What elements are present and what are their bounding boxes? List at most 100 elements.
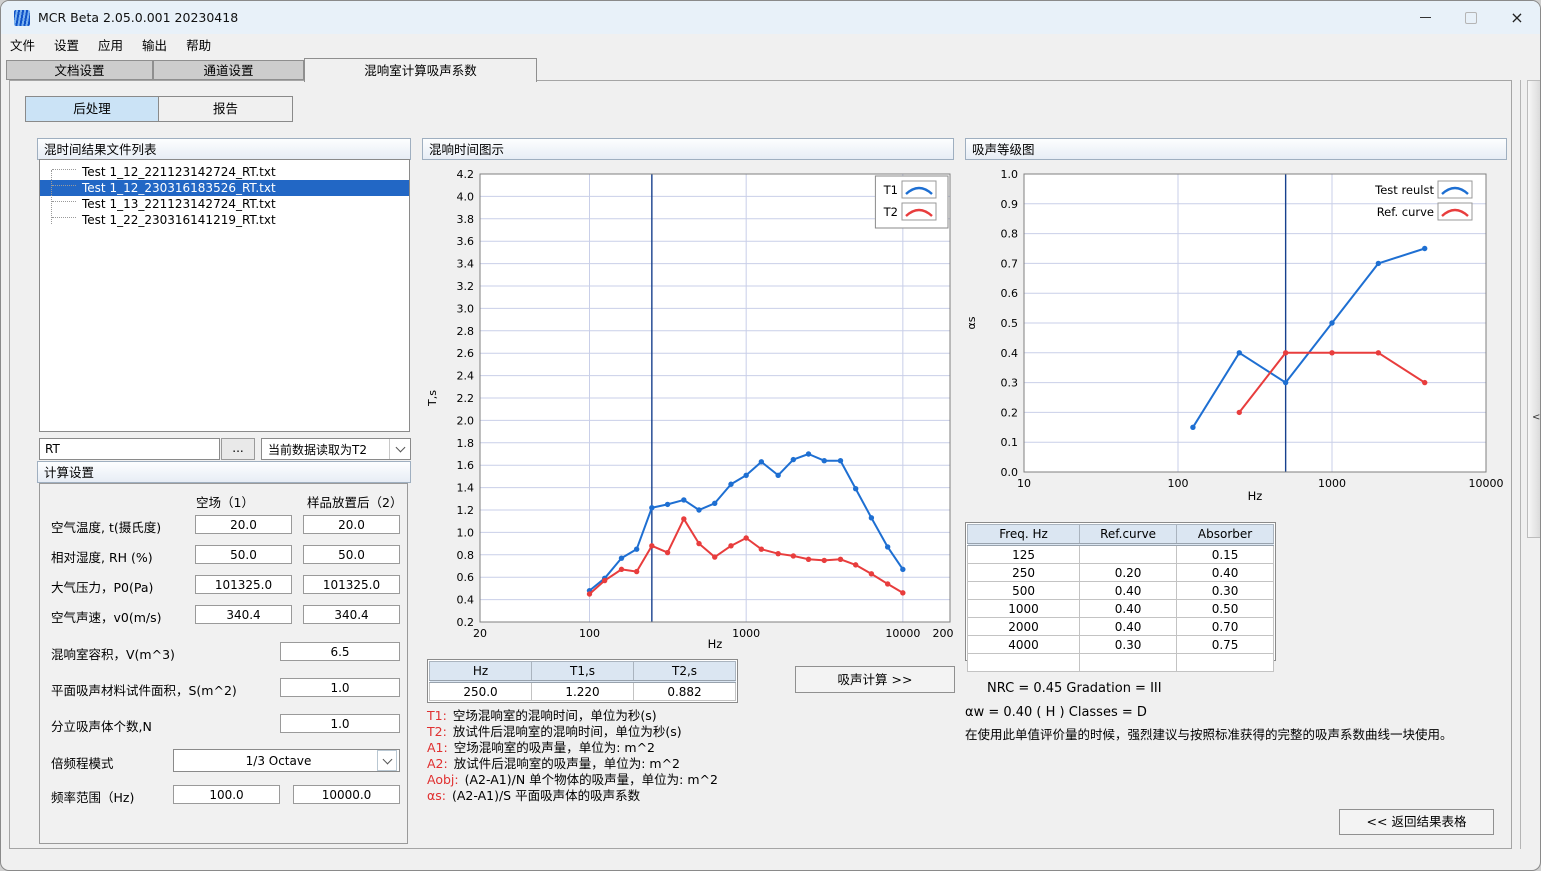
aw-result-text: αw = 0.40 ( H ) Classes = D [965, 705, 1147, 720]
label-octave-mode: 倍频程模式 [51, 753, 114, 772]
rating-chart-header: 吸声等级图 [965, 138, 1507, 160]
label-pressure: 大气压力，P0(Pa) [51, 577, 153, 596]
list-item[interactable]: Test 1_13_221123142724_RT.txt [40, 196, 409, 212]
table-cell: 500 [968, 582, 1080, 600]
subtab-postprocess[interactable]: 后处理 [26, 97, 159, 121]
data-point [791, 457, 796, 462]
return-results-button[interactable]: << 返回结果表格 [1339, 809, 1494, 835]
data-point [869, 571, 874, 576]
label-humidity: 相对湿度, RH (%) [51, 547, 153, 566]
rt-chart[interactable]: 0.20.40.60.81.01.21.41.61.82.02.22.42.62… [422, 160, 954, 650]
advisory-text: 在使用此单值评价量的时候，强烈建议与按照标准获得的完整的吸声系数曲线一块使用。 [965, 724, 1453, 743]
column-header: Freq. Hz [968, 525, 1080, 545]
legend-swatch [1438, 181, 1472, 198]
data-source-value: 当前数据读取为T2 [262, 441, 389, 458]
tree-guide-line [51, 170, 52, 224]
svg-text:10000: 10000 [1469, 477, 1504, 490]
data-point [869, 515, 874, 520]
rt-result-table-wrap: HzT1,sT2,s250.01.2200.882 [427, 659, 738, 703]
data-point [696, 507, 701, 512]
pressure-1-input[interactable] [195, 575, 292, 594]
data-point [1329, 350, 1334, 355]
data-point [1376, 350, 1381, 355]
svg-text:1.6: 1.6 [457, 459, 475, 472]
menu-file[interactable]: 文件 [1, 33, 44, 56]
sample-area-input[interactable] [280, 678, 400, 697]
legend-label: Test reulst [1374, 183, 1434, 197]
table-cell: 1.220 [532, 682, 634, 701]
close-button[interactable]: × [1494, 1, 1540, 34]
table-cell: 0.50 [1177, 600, 1274, 618]
collapse-splitter[interactable]: < [1527, 80, 1541, 538]
browse-button[interactable]: ... [221, 438, 255, 460]
minimize-button[interactable] [1402, 1, 1448, 34]
maximize-button[interactable] [1448, 1, 1494, 34]
data-point [822, 458, 827, 463]
list-item[interactable]: Test 1_12_221123142724_RT.txt [40, 164, 409, 180]
air-temp-2-input[interactable] [303, 515, 400, 534]
note-line: T1:空场混响室的混响时间，单位为秒(s) [427, 708, 718, 724]
table-cell: 1000 [968, 600, 1080, 618]
label-absorber-count: 分立吸声体个数,N [51, 716, 152, 735]
tab-reverb-absorption[interactable]: 混响室计算吸声系数 [304, 58, 537, 82]
data-point [900, 567, 905, 572]
absorption-calc-button[interactable]: 吸声计算 >> [795, 666, 955, 693]
data-point [853, 562, 858, 567]
note-line: A2:放试件后混响室的吸声量，单位为: m^2 [427, 756, 718, 772]
main-content: 后处理 报告 混时间结果文件列表 Test 1_12_221123142724_… [9, 80, 1512, 849]
data-point [838, 458, 843, 463]
dropdown-button[interactable] [389, 439, 410, 459]
data-point [728, 482, 733, 487]
freq-min-input[interactable] [173, 785, 280, 804]
menu-output[interactable]: 输出 [133, 33, 176, 56]
subtab-report[interactable]: 报告 [159, 97, 292, 121]
humidity-2-input[interactable] [303, 545, 400, 564]
list-item[interactable]: Test 1_12_230316183526_RT.txt [40, 180, 409, 196]
svg-text:0.0: 0.0 [1001, 466, 1019, 479]
table-row: 20000.400.70 [968, 618, 1274, 636]
octave-mode-dropdown[interactable]: 1/3 Octave [173, 749, 400, 772]
rt-name-input[interactable] [39, 438, 220, 460]
svg-text:0.4: 0.4 [1001, 347, 1019, 360]
menu-application[interactable]: 应用 [89, 33, 132, 56]
data-source-dropdown[interactable]: 当前数据读取为T2 [261, 438, 411, 460]
data-point [681, 516, 686, 521]
tab-document-settings[interactable]: 文档设置 [6, 60, 153, 80]
legend-label: T1 [883, 183, 898, 197]
label-sample-area: 平面吸声材料试件面积，S(m^2) [51, 680, 237, 699]
table-cell: 0.882 [634, 682, 736, 701]
svg-text:1.8: 1.8 [457, 437, 475, 450]
sound-speed-2-input[interactable] [303, 605, 400, 624]
air-temp-1-input[interactable] [195, 515, 292, 534]
chevron-down-icon [395, 443, 405, 453]
table-cell [1080, 654, 1177, 672]
sound-speed-1-input[interactable] [195, 605, 292, 624]
tab-channel-settings[interactable]: 通道设置 [153, 60, 304, 80]
menu-settings[interactable]: 设置 [45, 33, 88, 56]
humidity-1-input[interactable] [195, 545, 292, 564]
pressure-2-input[interactable] [303, 575, 400, 594]
rating-chart[interactable]: 0.00.10.20.30.40.50.60.70.80.91.01010010… [965, 160, 1507, 512]
table-cell: 0.40 [1080, 618, 1177, 636]
svg-text:10: 10 [1017, 477, 1031, 490]
menu-help[interactable]: 帮助 [177, 33, 220, 56]
svg-text:4.2: 4.2 [457, 168, 475, 181]
col-header-with-sample: 样品放置后（2） [307, 492, 402, 511]
absorber-count-input[interactable] [280, 714, 400, 733]
svg-text:3.8: 3.8 [457, 213, 475, 226]
svg-text:10000: 10000 [885, 627, 920, 640]
calc-settings-box: 空场（1） 样品放置后（2） 空气温度, t(摄氏度) 相对湿度, RH (%)… [39, 483, 408, 844]
freq-max-input[interactable] [293, 785, 400, 804]
table-cell: 0.40 [1080, 582, 1177, 600]
table-row: 10000.400.50 [968, 600, 1274, 618]
legend-swatch [1438, 203, 1472, 220]
app-window: MCR Beta 2.05.0.001 20230418 × 文件 设置 应用 … [0, 0, 1541, 871]
dropdown-button[interactable] [377, 750, 397, 771]
svg-text:0.4: 0.4 [457, 594, 475, 607]
room-volume-input[interactable] [280, 642, 400, 661]
data-point [665, 502, 670, 507]
chevron-left-icon: < [1532, 412, 1540, 423]
list-item[interactable]: Test 1_22_230316141219_RT.txt [40, 212, 409, 228]
table-cell: 2000 [968, 618, 1080, 636]
tree-connector [52, 169, 76, 170]
